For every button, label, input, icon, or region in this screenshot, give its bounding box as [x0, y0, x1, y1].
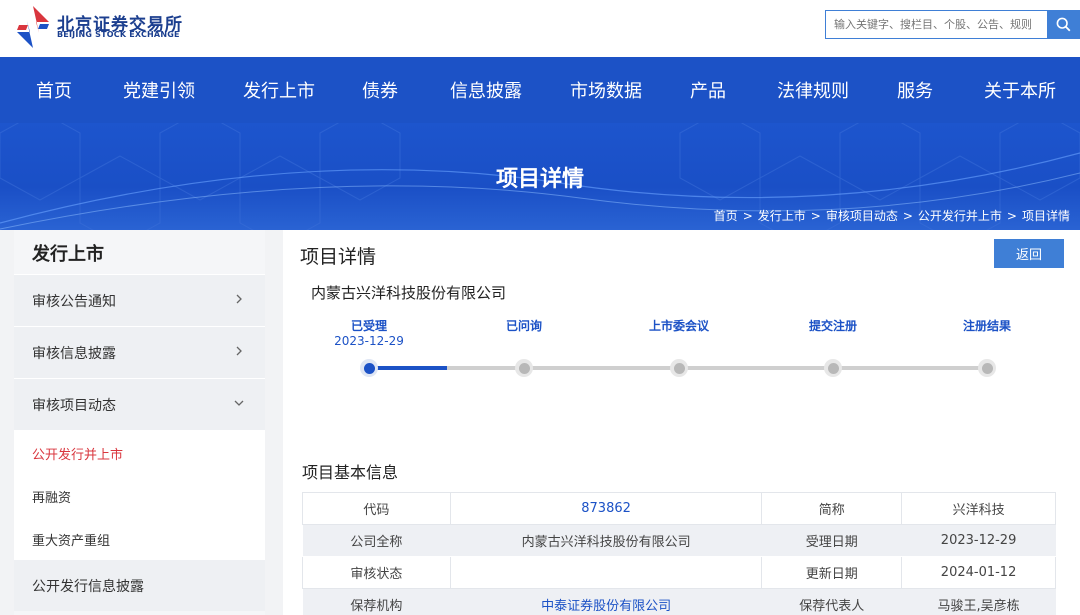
breadcrumb-separator: >	[810, 209, 821, 223]
breadcrumb-separator: >	[1006, 209, 1017, 223]
sidebar-item-label: 审核公告通知	[32, 294, 116, 310]
table-row: 审核状态 更新日期 2024-01-12	[302, 556, 1056, 589]
step-dot	[978, 359, 996, 377]
table-cell-label: 简称	[761, 492, 903, 525]
search-button[interactable]	[1047, 10, 1080, 39]
table-row: 保荐机构 中泰证券股份有限公司 保荐代表人 马骏王,吴彦栋	[302, 588, 1056, 615]
section-title: 项目基本信息	[302, 463, 399, 482]
sidebar-item-label: 公开发行信息披露	[32, 579, 144, 595]
table-row: 公司全称 内蒙古兴洋科技股份有限公司 受理日期 2023-12-29	[302, 524, 1056, 557]
stock-code-link[interactable]: 873862	[449, 492, 763, 525]
nav-item-listing[interactable]: 发行上市	[243, 77, 315, 103]
sidebar-subitem-restructuring[interactable]: 重大资产重组	[14, 516, 265, 559]
sidebar-subitem-public-offering[interactable]: 公开发行并上市	[14, 430, 265, 473]
nav-item-party[interactable]: 党建引领	[123, 77, 195, 103]
breadcrumb-current: 项目详情	[1021, 209, 1070, 223]
search-icon	[1056, 17, 1071, 32]
table-cell-label: 更新日期	[761, 556, 903, 589]
company-name: 内蒙古兴洋科技股份有限公司	[311, 284, 507, 302]
step-label: 已受理	[350, 319, 387, 333]
step-dot	[670, 359, 688, 377]
table-cell-value: 兴洋科技	[901, 492, 1056, 525]
sidebar-item-label: 审核信息披露	[32, 346, 116, 362]
table-cell-label: 保荐机构	[302, 588, 451, 615]
nav-item-disclosure[interactable]: 信息披露	[450, 77, 522, 103]
table-cell-value: 马骏王,吴彦栋	[901, 588, 1056, 615]
table-cell-label: 公司全称	[302, 524, 451, 557]
nav-item-home[interactable]: 首页	[36, 77, 72, 103]
nav-item-bonds[interactable]: 债券	[362, 77, 398, 103]
nav-item-products[interactable]: 产品	[690, 77, 726, 103]
table-cell-value: 内蒙古兴洋科技股份有限公司	[450, 524, 762, 557]
step-label: 提交注册	[808, 319, 857, 333]
nav-item-market-data[interactable]: 市场数据	[570, 77, 642, 103]
project-info-table: 代码 873862 简称 兴洋科技 公司全称 内蒙古兴洋科技股份有限公司 受理日…	[302, 492, 1056, 615]
breadcrumb-separator: >	[902, 209, 913, 223]
step-dot	[824, 359, 842, 377]
search-input[interactable]	[825, 10, 1047, 39]
panel-title: 项目详情	[300, 246, 377, 268]
step-label: 上市委会议	[648, 319, 709, 333]
step-label: 注册结果	[962, 319, 1011, 333]
breadcrumb: 首页 > 发行上市 > 审核项目动态 > 公开发行并上市 > 项目详情	[714, 207, 1070, 224]
sidebar-item-offering-disclosure[interactable]: 公开发行信息披露	[14, 559, 265, 611]
sidebar-item-review-dynamics[interactable]: 审核项目动态	[14, 378, 265, 430]
logo-text-en: BEIJING STOCK EXCHANGE	[57, 30, 180, 39]
page-banner: 项目详情 首页 > 发行上市 > 审核项目动态 > 公开发行并上市 > 项目详情	[0, 123, 1080, 230]
breadcrumb-public-offering[interactable]: 公开发行并上市	[918, 209, 1002, 223]
table-cell-value: 2024-01-12	[901, 556, 1056, 589]
breadcrumb-review-dynamics[interactable]: 审核项目动态	[826, 209, 898, 223]
sidebar-item-review-notices[interactable]: 审核公告通知	[14, 274, 265, 326]
table-cell-value: 2023-12-29	[901, 524, 1056, 557]
breadcrumb-listing[interactable]: 发行上市	[758, 209, 806, 223]
table-cell-label: 审核状态	[302, 556, 451, 589]
breadcrumb-separator: >	[742, 209, 753, 223]
sidebar: 发行上市 审核公告通知 审核信息披露 审核项目动态 公开发行并上市 再融资 重大…	[14, 230, 265, 615]
sidebar-item-review-disclosure[interactable]: 审核信息披露	[14, 326, 265, 378]
nav-item-services[interactable]: 服务	[897, 77, 933, 103]
step-dot	[360, 359, 378, 377]
nav-item-rules[interactable]: 法律规则	[777, 77, 849, 103]
sidebar-title: 发行上市	[14, 230, 265, 274]
table-cell-label: 受理日期	[761, 524, 902, 557]
step-label: 已问询	[505, 319, 542, 333]
project-detail-panel: 项目详情 返回 内蒙古兴洋科技股份有限公司 已受理 2023-12-29 已问询…	[283, 230, 1080, 615]
table-cell-label: 代码	[302, 492, 451, 525]
step-date: 2023-12-29	[334, 334, 404, 348]
nav-item-about[interactable]: 关于本所	[984, 77, 1056, 103]
progress-fill	[369, 366, 447, 370]
step-dot	[515, 359, 533, 377]
top-header: 北京证券交易所 BEIJING STOCK EXCHANGE	[0, 0, 1080, 57]
table-cell-label: 保荐代表人	[761, 588, 902, 615]
chevron-down-icon	[234, 400, 244, 406]
chevron-right-icon	[236, 294, 242, 304]
main-nav: 首页 党建引领 发行上市 债券 信息披露 市场数据 产品 法律规则 服务 关于本…	[0, 57, 1080, 123]
page-title: 项目详情	[495, 167, 584, 192]
breadcrumb-home[interactable]: 首页	[714, 209, 738, 223]
table-row: 代码 873862 简称 兴洋科技	[302, 492, 1056, 525]
sidebar-subitem-refinancing[interactable]: 再融资	[14, 473, 265, 516]
back-button[interactable]: 返回	[994, 239, 1064, 268]
sidebar-item-label: 审核项目动态	[32, 398, 116, 414]
logo-icon[interactable]	[14, 5, 52, 49]
sponsor-link[interactable]: 中泰证券股份有限公司	[450, 588, 762, 615]
chevron-right-icon	[236, 346, 242, 356]
table-cell-value	[449, 556, 763, 589]
progress-steps: 已受理 2023-12-29 已问询 上市委会议 提交注册 注册结果	[283, 314, 1080, 384]
